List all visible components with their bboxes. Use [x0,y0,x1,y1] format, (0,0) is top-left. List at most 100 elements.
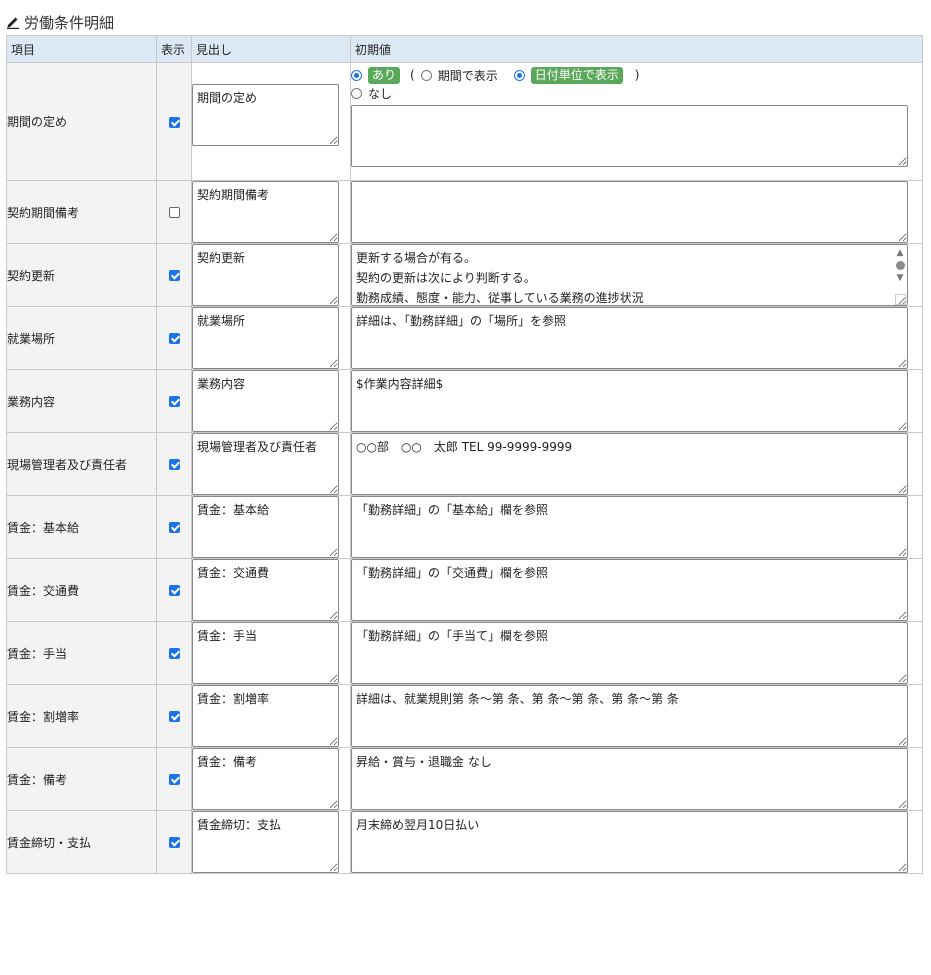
row-item-label: 賃金：割増率 [6,684,157,748]
show-checkbox[interactable] [168,837,180,848]
initial-cell: 「勤務詳細」の「交通費」欄を参照 [350,558,923,622]
heading-input[interactable]: 契約期間備考 [192,181,339,243]
heading-input[interactable]: 期間の定め [192,84,339,146]
show-checkbox-cell [156,621,192,685]
show-checkbox-cell [156,432,192,496]
heading-input[interactable]: 就業場所 [192,307,339,369]
show-checkbox[interactable] [168,333,180,344]
row-item-label: 賃金：手当 [6,621,157,685]
row-item-label: 契約期間備考 [6,180,157,244]
initial-cell [350,180,923,244]
period-no-label[interactable]: なし [368,85,392,102]
row-item-label: 賃金：基本給 [6,495,157,559]
initial-value-input[interactable]: 「勤務詳細」の「基本給」欄を参照 [351,496,908,558]
initial-cell: 詳細は、「勤務詳細」の「場所」を参照 [350,306,923,370]
show-checkbox-cell [156,747,192,811]
table-row: 契約更新 契約更新 更新する場合が有る。 契約の更新は次により判断する。 勤務成… [6,243,923,307]
heading-input[interactable]: 業務内容 [192,370,339,432]
show-checkbox-cell [156,810,192,874]
table-row: 賃金：手当 賃金：手当 「勤務詳細」の「手当て」欄を参照 [6,621,923,685]
initial-cell: $作業内容詳細$ [350,369,923,433]
heading-cell: 契約更新 [191,243,351,307]
textarea-scrollbar[interactable]: ▲ ▼ [893,245,907,305]
initial-value-input[interactable]: 昇給・賞与・退職金 なし [351,748,908,810]
show-checkbox[interactable] [168,522,180,533]
show-checkbox[interactable] [168,459,180,470]
initial-cell: 昇給・賞与・退職金 なし [350,747,923,811]
heading-input[interactable]: 現場管理者及び責任者 [192,433,339,495]
heading-cell: 賃金締切：支払 [191,810,351,874]
initial-value-input[interactable]: ○○部 ○○ 太郎 TEL 99-9999-9999 [351,433,908,495]
heading-cell: 賃金：割増率 [191,684,351,748]
show-checkbox[interactable] [168,116,180,128]
table-row: 賃金：備考 賃金：備考 昇給・賞与・退職金 なし [6,747,923,811]
row-item-label: 賃金：備考 [6,747,157,811]
initial-value-input[interactable]: 詳細は、「勤務詳細」の「場所」を参照 [351,307,908,369]
initial-value-input[interactable] [351,105,908,167]
period-no-radio[interactable] [351,87,362,99]
heading-input[interactable]: 賃金：割増率 [192,685,339,747]
heading-input[interactable]: 賃金締切：支払 [192,811,339,873]
heading-input[interactable]: 契約更新 [192,244,339,306]
table-row: 賃金：交通費 賃金：交通費 「勤務詳細」の「交通費」欄を参照 [6,558,923,622]
heading-cell: 賃金：備考 [191,747,351,811]
heading-cell: 業務内容 [191,369,351,433]
table-header-row: 項目 表示 見出し 初期値 [6,35,923,63]
scroll-up-icon[interactable]: ▲ [897,248,904,258]
show-checkbox-cell [156,369,192,433]
scroll-thumb[interactable] [895,261,905,270]
heading-cell: 契約期間備考 [191,180,351,244]
show-checkbox[interactable] [168,396,180,407]
initial-value-input[interactable]: 詳細は、就業規則第 条～第 条、第 条～第 条、第 条～第 条 [351,685,908,747]
open-paren: ( [410,68,415,82]
initial-value-input[interactable] [351,181,908,243]
row-item-label: 業務内容 [6,369,157,433]
heading-input[interactable]: 賃金：基本給 [192,496,339,558]
heading-cell: 賃金：手当 [191,621,351,685]
heading-cell: 就業場所 [191,306,351,370]
table-row: 賃金締切・支払 賃金締切：支払 月末締め翌月10日払い [6,810,923,874]
row-item-label: 賃金：交通費 [6,558,157,622]
heading-input[interactable]: 賃金：手当 [192,622,339,684]
show-checkbox[interactable] [168,207,180,218]
show-checkbox-cell [156,306,192,370]
show-checkbox[interactable] [168,648,180,659]
heading-cell: 賃金：交通費 [191,558,351,622]
column-header-initial: 初期値 [350,35,923,63]
initial-cell: 詳細は、就業規則第 条～第 条、第 条～第 条、第 条～第 条 [350,684,923,748]
heading-cell: 期間の定め [191,62,351,181]
show-checkbox[interactable] [168,711,180,722]
row-item-label: 賃金締切・支払 [6,810,157,874]
show-checkbox-cell [156,62,192,181]
scroll-down-icon[interactable]: ▼ [897,273,904,283]
heading-input[interactable]: 賃金：交通費 [192,559,339,621]
page-title: 労働条件明細 [24,13,115,32]
table-row: 賃金：割増率 賃金：割増率 詳細は、就業規則第 条～第 条、第 条～第 条、第 … [6,684,923,748]
column-header-show: 表示 [156,35,192,63]
by-date-label[interactable]: 日付単位で表示 [530,66,623,84]
table-row: 業務内容 業務内容 $作業内容詳細$ [6,369,923,433]
table-row: 賃金：基本給 賃金：基本給 「勤務詳細」の「基本給」欄を参照 [6,495,923,559]
initial-value-input[interactable]: 更新する場合が有る。 契約の更新は次により判断する。 勤務成績、態度・能力、従事… [351,244,908,306]
period-no-line: なし [351,84,922,102]
initial-value-input[interactable]: 「勤務詳細」の「交通費」欄を参照 [351,559,908,621]
resize-grip-icon[interactable] [894,294,906,305]
by-period-radio[interactable] [420,69,432,81]
by-period-label[interactable]: 期間で表示 [438,67,498,84]
initial-value-input[interactable]: 月末締め翌月10日払い [351,811,908,873]
table-row: 就業場所 就業場所 詳細は、「勤務詳細」の「場所」を参照 [6,306,923,370]
show-checkbox[interactable] [168,774,180,785]
heading-input[interactable]: 賃金：備考 [192,748,339,810]
initial-scroll-wrap: 更新する場合が有る。 契約の更新は次により判断する。 勤務成績、態度・能力、従事… [351,244,908,306]
initial-value-input[interactable]: $作業内容詳細$ [351,370,908,432]
period-yes-radio[interactable] [351,69,362,81]
show-checkbox[interactable] [168,585,180,596]
initial-value-input[interactable]: 「勤務詳細」の「手当て」欄を参照 [351,622,908,684]
show-checkbox[interactable] [168,270,180,281]
initial-cell: 「勤務詳細」の「基本給」欄を参照 [350,495,923,559]
show-checkbox-cell [156,180,192,244]
table-row: 現場管理者及び責任者 現場管理者及び責任者 ○○部 ○○ 太郎 TEL 99-9… [6,432,923,496]
by-date-radio[interactable] [513,69,525,81]
period-yes-label[interactable]: あり [368,66,401,84]
initial-cell: 更新する場合が有る。 契約の更新は次により判断する。 勤務成績、態度・能力、従事… [350,243,923,307]
